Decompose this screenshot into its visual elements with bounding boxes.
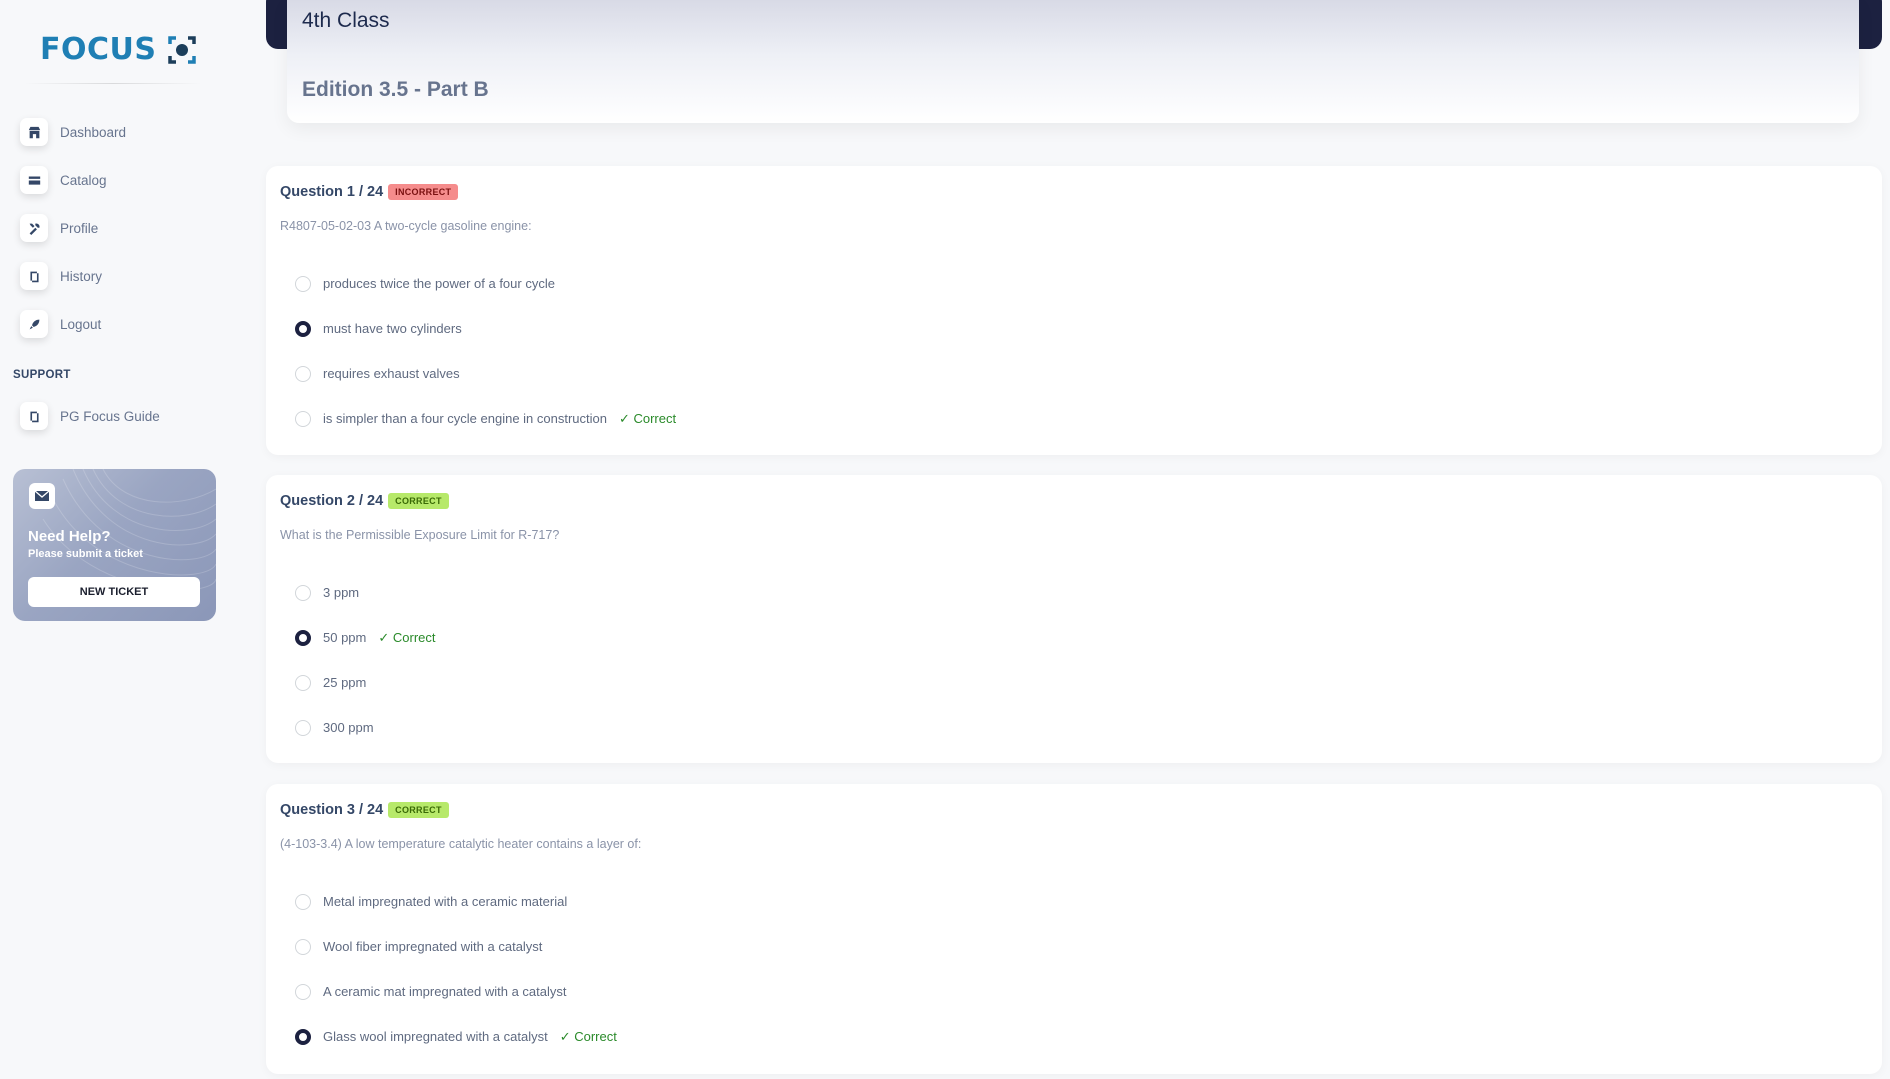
title-card: 4th Class Edition 3.5 - Part B [287,0,1859,123]
sidebar-item-label: History [60,268,103,284]
answer-options: produces twice the power of a four cycle… [295,261,676,441]
answer-option[interactable]: is simpler than a four cycle engine in c… [295,396,676,441]
brand-logo[interactable]: FOCUS [40,32,198,67]
answer-option[interactable]: must have two cylinders [295,306,676,351]
page-subtitle: Edition 3.5 - Part B [302,78,489,101]
answer-label: Metal impregnated with a ceramic materia… [323,894,568,909]
envelope-icon [29,483,55,509]
answer-option[interactable]: produces twice the power of a four cycle [295,261,676,306]
page-title: 4th Class [302,9,390,32]
answer-label: Wool fiber impregnated with a catalyst [323,939,543,954]
question-text: (4-103-3.4) A low temperature catalytic … [280,837,642,851]
rocket-icon [20,310,48,338]
answer-label: must have two cylinders [323,321,462,336]
help-title: Need Help? [28,528,111,545]
tools-icon [20,214,48,242]
answer-label: 25 ppm [323,675,367,690]
radio-button[interactable] [295,719,311,736]
status-badge: INCORRECT [388,184,459,200]
radio-button[interactable] [295,983,311,1000]
question-title: Question 2 / 24 [280,493,384,509]
radio-button[interactable] [295,584,311,601]
help-subtitle: Please submit a ticket [28,548,143,560]
answer-label: is simpler than a four cycle engine in c… [323,411,607,426]
answer-label: requires exhaust valves [323,366,460,381]
divider [24,83,202,84]
answer-label: 300 ppm [323,720,374,735]
answer-option[interactable]: 25 ppm [295,660,436,705]
radio-button[interactable] [295,674,311,691]
radio-button-selected[interactable] [295,1028,311,1045]
answer-label: produces twice the power of a four cycle [323,276,555,291]
answer-option[interactable]: 300 ppm [295,705,436,750]
correct-indicator: ✓ Correct [559,1028,617,1044]
sidebar-item-catalog[interactable]: Catalog [20,156,210,204]
radio-button[interactable] [295,410,311,427]
radio-button[interactable] [295,893,311,910]
sidebar-item-logout[interactable]: Logout [20,300,210,348]
answer-option[interactable]: A ceramic mat impregnated with a catalys… [295,969,617,1014]
sidebar-nav: Dashboard Catalog Profile History Logout [20,108,210,348]
sidebar-item-label: Dashboard [60,124,127,140]
brand-mark-icon [166,34,198,66]
answer-label: Glass wool impregnated with a catalyst [323,1029,548,1044]
question-header: Question 1 / 24 INCORRECT [280,184,459,200]
new-ticket-button[interactable]: NEW TICKET [28,577,200,607]
question-text: R4807-05-02-03 A two-cycle gasoline engi… [280,219,532,233]
document-icon [20,402,48,430]
radio-button-selected[interactable] [295,629,311,646]
support-heading: SUPPORT [13,369,71,381]
radio-button[interactable] [295,275,311,292]
answer-options: 3 ppm 50 ppm ✓ Correct 25 ppm 300 ppm [295,570,436,750]
sidebar-item-label: Catalog [60,172,107,188]
sidebar-item-dashboard[interactable]: Dashboard [20,108,210,156]
shop-icon [20,118,48,146]
answer-option[interactable]: Metal impregnated with a ceramic materia… [295,879,617,924]
document-icon [20,262,48,290]
answer-label: 3 ppm [323,585,360,600]
question-header: Question 2 / 24 CORRECT [280,493,449,509]
question-title: Question 1 / 24 [280,184,384,200]
radio-button[interactable] [295,365,311,382]
answer-option[interactable]: Glass wool impregnated with a catalyst ✓… [295,1014,617,1059]
sidebar-item-guide[interactable]: PG Focus Guide [20,392,210,440]
question-title: Question 3 / 24 [280,802,384,818]
support-nav: PG Focus Guide [20,392,210,440]
brand-name: FOCUS [40,32,157,67]
question-text: What is the Permissible Exposure Limit f… [280,528,560,542]
question-header: Question 3 / 24 CORRECT [280,802,449,818]
answer-option[interactable]: requires exhaust valves [295,351,676,396]
question-card: Question 1 / 24 INCORRECT R4807-05-02-03… [266,166,1882,455]
radio-button-selected[interactable] [295,320,311,337]
sidebar-item-label: Logout [60,316,102,332]
question-card: Question 2 / 24 CORRECT What is the Perm… [266,475,1882,763]
sidebar: FOCUS Dashboard Catalog Profile History … [0,0,228,1079]
status-badge: CORRECT [388,802,449,818]
correct-indicator: ✓ Correct [618,410,677,426]
answer-label: A ceramic mat impregnated with a catalys… [323,984,567,999]
question-card: Question 3 / 24 CORRECT (4-103-3.4) A lo… [266,784,1882,1074]
answer-option[interactable]: Wool fiber impregnated with a catalyst [295,924,617,969]
sidebar-item-label: Profile [60,220,99,236]
sidebar-item-profile[interactable]: Profile [20,204,210,252]
answer-option[interactable]: 50 ppm ✓ Correct [295,615,436,660]
help-card: Need Help? Please submit a ticket NEW TI… [13,469,216,621]
sidebar-item-label: PG Focus Guide [60,408,160,424]
answer-option[interactable]: 3 ppm [295,570,436,615]
sidebar-item-history[interactable]: History [20,252,210,300]
answer-options: Metal impregnated with a ceramic materia… [295,879,617,1059]
credit-card-icon [20,166,48,194]
status-badge: CORRECT [388,493,449,509]
correct-indicator: ✓ Correct [378,629,436,645]
answer-label: 50 ppm [323,630,367,645]
radio-button[interactable] [295,938,311,955]
